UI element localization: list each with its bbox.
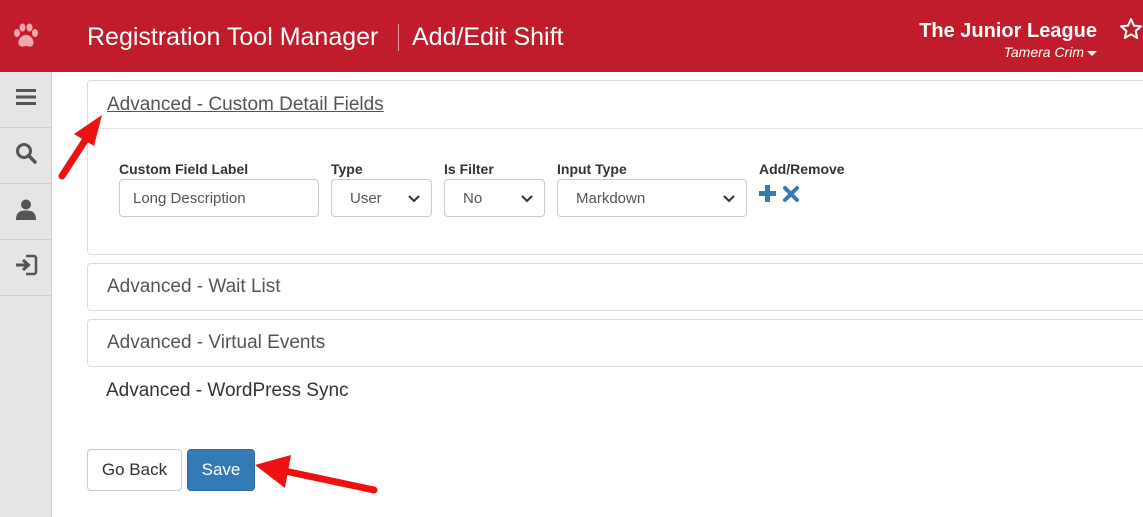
paw-logo-icon[interactable] <box>0 0 52 72</box>
remove-field-button[interactable] <box>783 186 799 207</box>
custom-fields-title[interactable]: Advanced - Custom Detail Fields <box>107 94 384 116</box>
custom-field-label-header: Custom Field Label <box>119 161 249 177</box>
virtual-events-panel-header[interactable]: Advanced - Virtual Events <box>88 320 1143 366</box>
caret-down-icon <box>1087 50 1097 56</box>
star-icon[interactable] <box>1119 17 1143 46</box>
organization-name: The Junior League <box>919 20 1097 42</box>
virtual-events-title: Advanced - Virtual Events <box>107 332 326 353</box>
plus-icon <box>759 185 776 206</box>
title-divider <box>398 24 399 51</box>
custom-fields-panel-header[interactable]: Advanced - Custom Detail Fields <box>88 81 1143 129</box>
custom-field-label-value: Long Description <box>133 189 246 207</box>
custom-field-label-input[interactable]: Long Description <box>119 179 319 217</box>
add-remove-header: Add/Remove <box>759 161 845 177</box>
annotation-overlay <box>58 115 378 494</box>
add-field-button[interactable] <box>759 185 776 207</box>
sidebar <box>0 72 52 517</box>
sidebar-item-menu[interactable] <box>0 72 52 128</box>
is-filter-header: Is Filter <box>444 161 494 177</box>
chevron-down-icon <box>723 190 735 207</box>
user-menu[interactable]: Tamera Crim <box>1004 44 1097 60</box>
is-filter-select-value: No <box>463 189 483 207</box>
virtual-events-panel[interactable]: Advanced - Virtual Events <box>87 319 1143 367</box>
wait-list-panel[interactable]: Advanced - Wait List <box>87 263 1143 311</box>
sidebar-item-user[interactable] <box>0 184 52 240</box>
page-title: Add/Edit Shift <box>412 23 564 51</box>
chevron-down-icon <box>521 190 533 207</box>
logout-icon <box>14 254 38 281</box>
user-name: Tamera Crim <box>1003 44 1084 60</box>
input-type-header: Input Type <box>557 161 627 177</box>
wordpress-sync-title[interactable]: Advanced - WordPress Sync <box>106 380 349 402</box>
type-header: Type <box>331 161 363 177</box>
search-icon <box>15 142 37 169</box>
chevron-down-icon <box>408 190 420 207</box>
top-bar: Registration Tool Manager Add/Edit Shift… <box>0 0 1143 72</box>
save-button[interactable]: Save <box>187 449 255 491</box>
wait-list-title: Advanced - Wait List <box>107 276 281 297</box>
app-title: Registration Tool Manager <box>87 23 379 51</box>
menu-icon <box>16 88 36 111</box>
sidebar-item-search[interactable] <box>0 128 52 184</box>
input-type-select-value: Markdown <box>576 189 646 207</box>
type-select-value: User <box>350 189 382 207</box>
wait-list-panel-header[interactable]: Advanced - Wait List <box>88 264 1143 310</box>
close-icon <box>783 186 799 206</box>
sidebar-item-logout[interactable] <box>0 240 52 296</box>
go-back-button[interactable]: Go Back <box>87 449 182 491</box>
annotation-arrow-to-save <box>255 455 378 494</box>
type-select[interactable]: User <box>331 179 432 217</box>
is-filter-select[interactable]: No <box>444 179 545 217</box>
input-type-select[interactable]: Markdown <box>557 179 747 217</box>
user-icon <box>15 198 37 225</box>
